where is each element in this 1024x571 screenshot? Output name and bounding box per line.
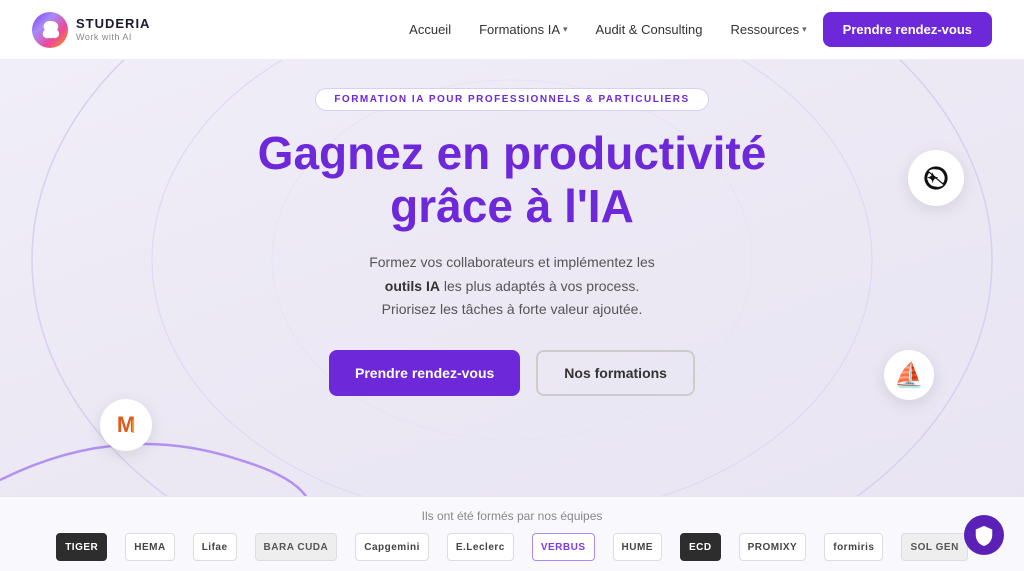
openai-float-icon: ✦ xyxy=(908,150,964,206)
logo-badge-4: Capgemini xyxy=(355,533,429,561)
svg-text:✦: ✦ xyxy=(927,171,939,186)
logo-badge-0: TIGER xyxy=(56,533,107,561)
openai-logo: ✦ xyxy=(921,163,951,193)
hero-subtext: Formez vos collaborateurs et implémentez… xyxy=(369,251,655,322)
logo-badge-7: HUME xyxy=(613,533,662,561)
chevron-down-icon-2: ▾ xyxy=(802,24,807,35)
proof-label: Ils ont été formés par nos équipes xyxy=(0,509,1024,523)
logo-icon xyxy=(32,12,68,48)
nav-item-formations[interactable]: Formations IA ▾ xyxy=(467,16,579,43)
logo-badge-6: VERBUS xyxy=(532,533,595,561)
chevron-down-icon: ▾ xyxy=(563,24,568,35)
hero-cta-button[interactable]: Prendre rendez-vous xyxy=(329,350,520,396)
sailfish-float-icon: ⛵ xyxy=(884,350,934,400)
nav-item-audit[interactable]: Audit & Consulting xyxy=(584,16,715,43)
hero-headline: Gagnez en productivité grâce à l'IA xyxy=(258,127,767,233)
brain-icon xyxy=(39,19,61,41)
nav-links: Accueil Formations IA ▾ Audit & Consulti… xyxy=(397,12,992,47)
hero-badge: FORMATION IA POUR PROFESSIONNELS & PARTI… xyxy=(315,88,708,111)
nav-cta-button[interactable]: Prendre rendez-vous xyxy=(823,12,992,47)
nav-item-ressources[interactable]: Ressources ▾ xyxy=(719,16,819,43)
proof-bar: Ils ont été formés par nos équipes TIGER… xyxy=(0,496,1024,571)
navbar: STUDERIA Work with AI Accueil Formations… xyxy=(0,0,1024,60)
logo-badge-9: PROMIXY xyxy=(739,533,807,561)
logo-badge-10: formiris xyxy=(824,533,883,561)
logo-text-sub: Work with AI xyxy=(76,32,150,43)
logo-badge-2: Lifae xyxy=(193,533,237,561)
logo-text-main: STUDERIA xyxy=(76,16,150,32)
headline-line2: grâce à l'IA xyxy=(390,180,634,232)
logo-area[interactable]: STUDERIA Work with AI xyxy=(32,12,150,48)
sailboat-icon: ⛵ xyxy=(894,361,924,390)
logo-badge-3: BARA CUDA xyxy=(255,533,338,561)
shield-svg xyxy=(973,524,995,546)
nav-item-accueil[interactable]: Accueil xyxy=(397,16,463,43)
hero-formations-button[interactable]: Nos formations xyxy=(536,350,695,396)
mixpanel-float-icon: M | xyxy=(100,399,152,451)
shield-icon-bottom xyxy=(964,515,1004,555)
logo-badge-5: E.Leclerc xyxy=(447,533,514,561)
headline-line1: Gagnez en productivité xyxy=(258,127,767,179)
logo-badge-11: SOL GEN xyxy=(901,533,967,561)
logos-row: TIGER HEMA Lifae BARA CUDA Capgemini E.Lecler… xyxy=(0,533,1024,561)
hero-buttons: Prendre rendez-vous Nos formations xyxy=(329,350,695,396)
hero-section: ✦ ⛵ M | FORMATION IA POUR PROFESSIONNELS… xyxy=(0,60,1024,571)
logo-badge-8: ECD xyxy=(680,533,721,561)
logo-badge-1: HEMA xyxy=(125,533,174,561)
